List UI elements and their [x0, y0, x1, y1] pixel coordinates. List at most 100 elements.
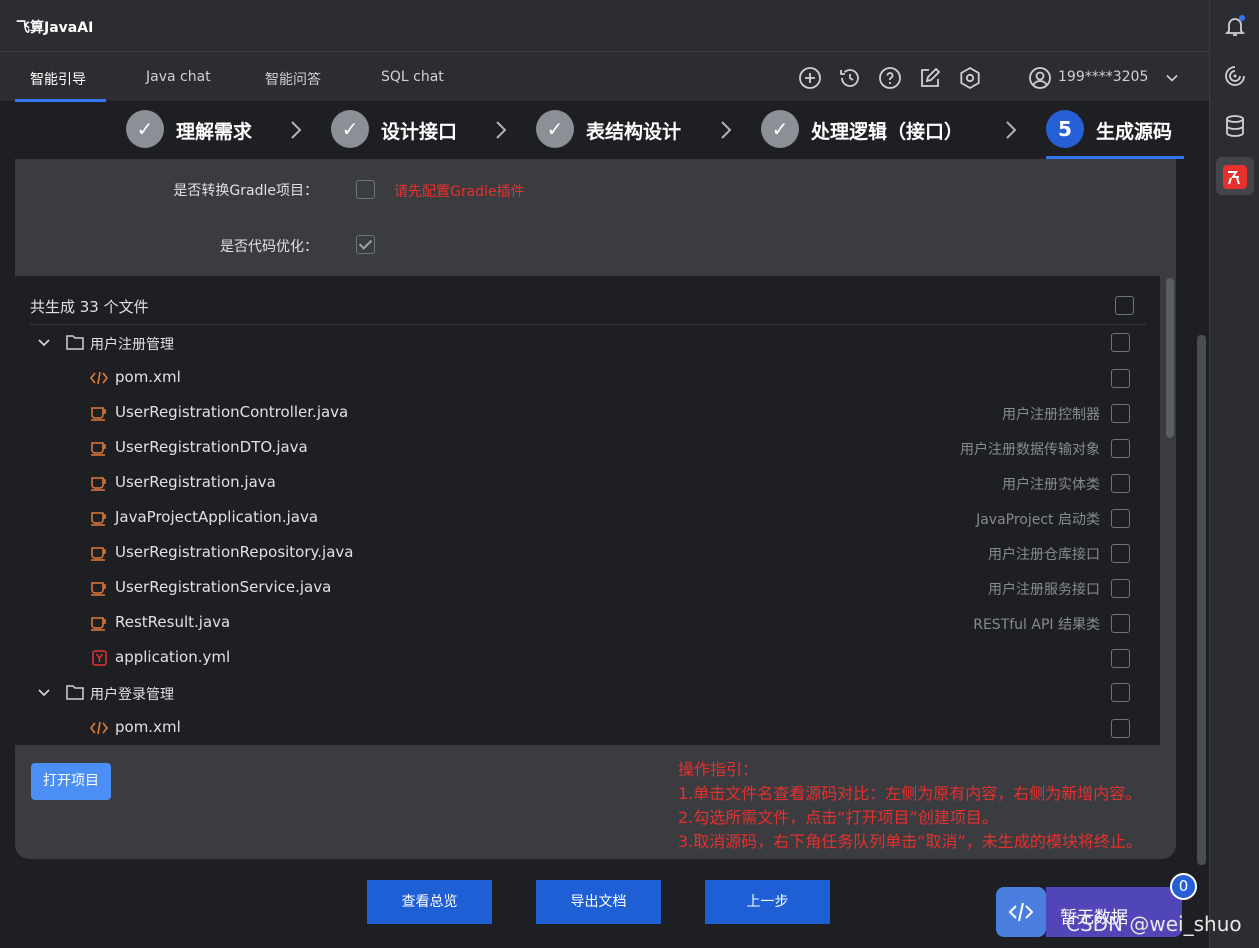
- user-phone[interactable]: 199****3205: [1058, 69, 1148, 85]
- file-name[interactable]: UserRegistrationService.java: [115, 578, 331, 596]
- add-icon[interactable]: [798, 66, 822, 90]
- file-name[interactable]: pom.xml: [115, 368, 181, 386]
- chevron-right-icon: [291, 121, 302, 139]
- chevron-down-icon[interactable]: [37, 686, 51, 700]
- divider: [30, 324, 1146, 325]
- previous-step-button[interactable]: 上一步: [705, 880, 830, 924]
- guide-line: 1.单击文件名查看源码对比：左侧为原有内容，右侧为新增内容。: [678, 784, 1142, 803]
- yaml-icon: [92, 650, 107, 666]
- java-cup-icon: [91, 512, 106, 526]
- file-name[interactable]: pom.xml: [115, 718, 181, 736]
- file-checkbox[interactable]: [1111, 544, 1130, 563]
- step-done-icon: ✓: [126, 110, 164, 148]
- select-all-checkbox[interactable]: [1115, 296, 1134, 315]
- step-done-icon: ✓: [536, 110, 574, 148]
- file-checkbox[interactable]: [1111, 719, 1130, 738]
- file-checkbox[interactable]: [1111, 439, 1130, 458]
- database-icon[interactable]: [1223, 114, 1247, 138]
- file-row[interactable]: UserRegistrationDTO.java 用户注册数据传输对象: [15, 432, 1160, 467]
- file-name[interactable]: application.yml: [115, 648, 230, 666]
- guide-line: 2.勾选所需文件，点击“打开项目”创建项目。: [678, 808, 998, 827]
- user-avatar-icon[interactable]: [1028, 66, 1052, 90]
- file-checkbox[interactable]: [1111, 509, 1130, 528]
- file-checkbox[interactable]: [1111, 404, 1130, 423]
- gradle-checkbox[interactable]: [356, 180, 375, 199]
- file-name[interactable]: UserRegistrationDTO.java: [115, 438, 308, 456]
- progress-steps: ✓ 理解需求 ✓ 设计接口 ✓ 表结构设计 ✓ 处理逻辑（接口） 5 生成源码: [0, 102, 1209, 159]
- step-done-icon: ✓: [761, 110, 799, 148]
- step-design-api[interactable]: 设计接口: [381, 117, 457, 144]
- file-count-summary: 共生成 33 个文件: [30, 298, 149, 316]
- right-sidebar: [1209, 0, 1259, 948]
- file-row[interactable]: UserRegistration.java 用户注册实体类: [15, 467, 1160, 502]
- folder-checkbox[interactable]: [1111, 683, 1130, 702]
- chevron-down-icon[interactable]: [37, 336, 51, 350]
- app-window: 飞算JavaAI 智能引导 Java chat 智能问答 SQL chat 19…: [0, 0, 1259, 948]
- step-number-badge: 5: [1046, 110, 1084, 148]
- file-checkbox[interactable]: [1111, 649, 1130, 668]
- file-row[interactable]: RestResult.java RESTful API 结果类: [15, 607, 1160, 642]
- step-generate-source[interactable]: 生成源码: [1096, 117, 1172, 144]
- file-checkbox[interactable]: [1111, 614, 1130, 633]
- folder-row[interactable]: 用户注册管理: [15, 326, 1160, 361]
- settings-icon[interactable]: [958, 66, 982, 90]
- java-cup-icon: [91, 582, 106, 596]
- guide-line: 3.取消源码，右下角任务队列单击“取消”，未生成的模块将终止。: [678, 832, 1142, 851]
- java-cup-icon: [91, 442, 106, 456]
- file-list-scrollbar-thumb[interactable]: [1166, 278, 1174, 438]
- history-icon[interactable]: [838, 66, 862, 90]
- watermark: CSDN @wei_shuo: [1066, 912, 1242, 936]
- file-name[interactable]: UserRegistrationController.java: [115, 403, 348, 421]
- file-checkbox[interactable]: [1111, 474, 1130, 493]
- file-checkbox[interactable]: [1111, 369, 1130, 388]
- operation-guide: 操作指引： 1.单击文件名查看源码对比：左侧为原有内容，右侧为新增内容。 2.勾…: [678, 758, 1142, 854]
- step-process-logic[interactable]: 处理逻辑（接口）: [811, 117, 963, 144]
- file-row[interactable]: application.yml: [15, 642, 1160, 677]
- app-title: 飞算JavaAI: [16, 20, 94, 36]
- file-row[interactable]: JavaProjectApplication.java JavaProject …: [15, 502, 1160, 537]
- file-row[interactable]: UserRegistrationService.java 用户注册服务接口: [15, 572, 1160, 607]
- folder-name[interactable]: 用户注册管理: [90, 334, 174, 354]
- folder-name[interactable]: 用户登录管理: [90, 684, 174, 704]
- guide-title: 操作指引：: [678, 760, 759, 779]
- xml-code-icon: [90, 371, 108, 385]
- java-cup-icon: [91, 547, 106, 561]
- ai-assistant-icon[interactable]: [1223, 64, 1247, 88]
- task-queue-button[interactable]: [996, 887, 1046, 937]
- tab-sql-chat[interactable]: SQL chat: [381, 69, 444, 85]
- xml-code-icon: [90, 721, 108, 735]
- step-table-design[interactable]: 表结构设计: [586, 117, 681, 144]
- file-row[interactable]: UserRegistrationController.java 用户注册控制器: [15, 397, 1160, 432]
- file-name[interactable]: JavaProjectApplication.java: [115, 508, 318, 526]
- edit-icon[interactable]: [918, 66, 942, 90]
- tab-smart-qa[interactable]: 智能问答: [265, 69, 321, 89]
- tab-smart-guide[interactable]: 智能引导: [30, 69, 86, 89]
- file-row[interactable]: UserRegistrationRepository.java 用户注册仓库接口: [15, 537, 1160, 572]
- view-overview-button[interactable]: 查看总览: [367, 880, 492, 924]
- step-understand-requirements[interactable]: 理解需求: [176, 117, 252, 144]
- file-name[interactable]: UserRegistrationRepository.java: [115, 543, 353, 561]
- folder-row[interactable]: 用户登录管理: [15, 676, 1160, 711]
- optimize-checkbox[interactable]: [356, 235, 375, 254]
- chevron-right-icon: [1006, 121, 1017, 139]
- file-list: 共生成 33 个文件 用户注册管理 pom.xml UserRegistrati…: [15, 276, 1160, 745]
- feisuan-logo-icon[interactable]: [1222, 164, 1248, 190]
- open-project-button[interactable]: 打开项目: [31, 763, 111, 800]
- help-icon[interactable]: [878, 66, 902, 90]
- file-name[interactable]: UserRegistration.java: [115, 473, 276, 491]
- chevron-down-icon[interactable]: [1162, 68, 1182, 88]
- file-checkbox[interactable]: [1111, 579, 1130, 598]
- export-document-button[interactable]: 导出文档: [536, 880, 661, 924]
- file-name[interactable]: RestResult.java: [115, 613, 230, 631]
- chevron-right-icon: [721, 121, 732, 139]
- task-count-badge: 0: [1170, 873, 1197, 900]
- bell-icon[interactable]: [1223, 14, 1247, 38]
- file-description: RESTful API 结果类: [973, 617, 1100, 633]
- page-scrollbar-thumb[interactable]: [1197, 335, 1206, 865]
- tab-java-chat[interactable]: Java chat: [146, 69, 211, 85]
- java-cup-icon: [91, 477, 106, 491]
- nav-bar: 智能引导 Java chat 智能问答 SQL chat 199****3205: [0, 52, 1209, 102]
- file-row[interactable]: pom.xml: [15, 362, 1160, 397]
- folder-checkbox[interactable]: [1111, 333, 1130, 352]
- file-row[interactable]: pom.xml: [15, 712, 1160, 745]
